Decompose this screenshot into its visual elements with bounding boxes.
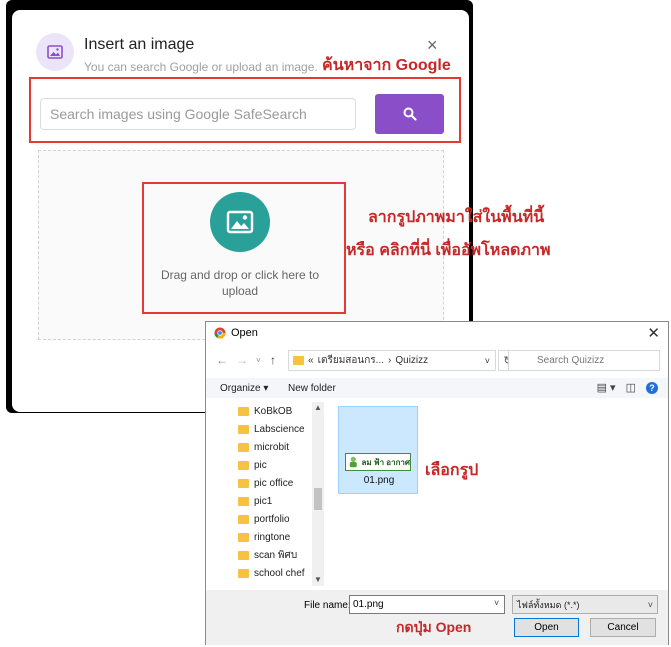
open-dialog-title: Open [231, 327, 258, 339]
folder-icon [238, 550, 249, 560]
folder-label: ringtone [254, 531, 291, 543]
folder-item[interactable]: pic [206, 456, 326, 474]
folder-icon [238, 496, 249, 506]
breadcrumb-separator: › [388, 355, 392, 366]
folder-icon [238, 442, 249, 452]
character-icon [349, 456, 357, 468]
preview-pane-icon[interactable]: ◫ [626, 381, 636, 394]
up-arrow-icon[interactable]: ↑ [270, 353, 276, 367]
back-arrow-icon[interactable]: ← [216, 353, 228, 367]
scroll-down-icon[interactable]: ▼ [314, 575, 322, 584]
folder-icon [238, 424, 249, 434]
file-name-label: 01.png [363, 475, 395, 486]
folder-item[interactable]: portfolio [206, 510, 326, 528]
folder-label: pic office [254, 477, 294, 489]
dialog-toolbar: Organize ▾ New folder ▤ ▾ ◫ ? [206, 378, 668, 398]
recent-chevron-icon[interactable]: ˅ [256, 356, 261, 365]
chevron-down-icon[interactable]: ˅ [494, 598, 499, 608]
chevron-down-icon: ˅ [647, 600, 653, 610]
folder-item[interactable]: KoBkOB [206, 402, 326, 420]
search-button[interactable] [375, 94, 444, 134]
annotation-google-search: ค้นหาจาก Google [322, 57, 451, 74]
file-type-value: ไฟล์ทั้งหมด (*.*) [517, 599, 580, 610]
folder-icon [293, 356, 304, 365]
folder-label: pic1 [254, 495, 273, 507]
file-name-caption: File name: [304, 600, 351, 611]
folder-tree-scrollbar[interactable]: ▲ ▼ [312, 402, 324, 586]
address-prefix: « [308, 355, 314, 366]
new-folder-button[interactable]: New folder [288, 383, 336, 394]
help-icon[interactable]: ? [646, 381, 658, 394]
chevron-down-icon[interactable]: ˅ [485, 356, 490, 366]
folder-tree: KoBkOB Labscience microbit pic pic offic… [206, 402, 326, 588]
folder-label: scan พิศบ [254, 549, 298, 561]
folder-item[interactable]: pic1 [206, 492, 326, 510]
folder-icon [238, 478, 249, 488]
folder-icon [238, 406, 249, 416]
close-icon[interactable]: ✕ [647, 324, 660, 342]
file-item-selected[interactable]: ลม ฟ้า อากาศ 01.png [338, 406, 418, 494]
scroll-up-icon[interactable]: ▲ [314, 403, 322, 412]
organize-menu[interactable]: Organize ▾ [220, 383, 268, 394]
folder-icon [238, 514, 249, 524]
annotation-drag-drop-1: ลากรูปภาพมาใส่ในพื้นที่นี้ [368, 209, 545, 226]
annotation-drag-drop-2: หรือ คลิกที่นี่ เพื่ออัพโหลดภาพ [346, 242, 551, 259]
folder-label: microbit [254, 441, 290, 453]
google-search-input[interactable] [40, 98, 356, 130]
folder-item[interactable]: microbit [206, 438, 326, 456]
folder-label: school chef [254, 567, 305, 579]
file-thumbnail: ลม ฟ้า อากาศ [345, 453, 411, 471]
folder-item[interactable]: scan พิศบ [206, 546, 326, 564]
folder-icon [238, 568, 249, 578]
folder-icon [238, 460, 249, 470]
folder-label: Labscience [254, 423, 305, 435]
thumbnail-text: ลม ฟ้า อากาศ [361, 457, 411, 467]
image-icon [36, 33, 74, 71]
folder-item[interactable]: Labscience [206, 420, 326, 438]
open-file-dialog: Open ✕ ← → ˅ ↑ « เตรียมสอนกร... › Quiziz… [205, 321, 669, 645]
annotation-choose-image: เลือกรูป [425, 462, 479, 479]
chrome-icon [214, 327, 226, 339]
file-type-select[interactable]: ไฟล์ทั้งหมด (*.*) ˅ [512, 595, 658, 614]
open-button[interactable]: Open [514, 618, 579, 637]
dialog-subtitle: You can search Google or upload an image… [84, 60, 318, 74]
view-controls: ▤ ▾ ◫ ? [597, 381, 658, 394]
view-options-icon[interactable]: ▤ ▾ [597, 381, 616, 394]
drop-zone-text: Drag and drop or click here to upload [160, 268, 320, 298]
upload-image-icon [226, 210, 254, 234]
search-icon [403, 107, 417, 121]
address-bar[interactable]: « เตรียมสอนกร... › Quizizz ˅ [288, 350, 496, 371]
folder-label: KoBkOB [254, 405, 293, 417]
scrollbar-thumb[interactable] [314, 488, 322, 510]
folder-item[interactable]: pic office [206, 474, 326, 492]
annotation-press-open: กดปุ่ม Open [396, 619, 472, 635]
file-name-input[interactable] [349, 595, 505, 614]
folder-label: portfolio [254, 513, 290, 525]
folder-item[interactable]: ringtone [206, 528, 326, 546]
folder-item[interactable]: school chef [206, 564, 326, 582]
forward-arrow-icon[interactable]: → [236, 353, 248, 367]
folder-icon [238, 532, 249, 542]
open-dialog-titlebar: Open [214, 327, 258, 339]
breadcrumb-current[interactable]: Quizizz [395, 355, 428, 366]
upload-image-button[interactable] [210, 192, 270, 252]
cancel-button[interactable]: Cancel [590, 618, 656, 637]
breadcrumb-parent[interactable]: เตรียมสอนกร... [318, 353, 384, 368]
folder-search-input[interactable] [508, 350, 660, 371]
folder-label: pic [254, 459, 267, 471]
dialog-title: Insert an image [84, 36, 195, 53]
